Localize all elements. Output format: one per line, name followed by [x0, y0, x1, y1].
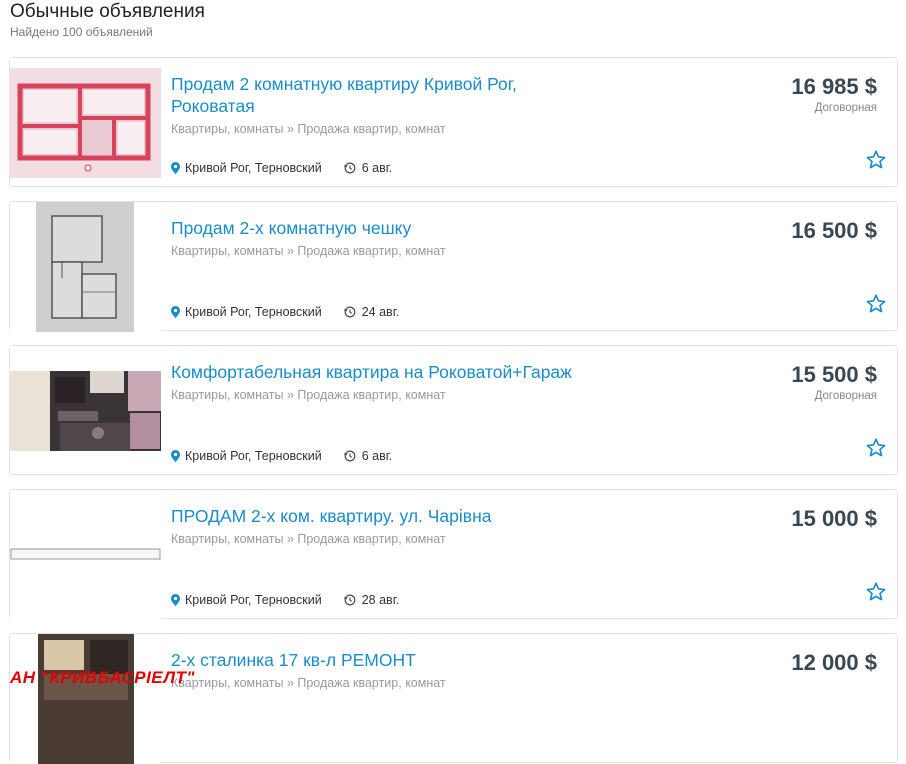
photo-placeholder [10, 490, 161, 620]
listing-title-link[interactable]: 2-х сталинка 17 кв-л РЕМОНТ [171, 649, 591, 671]
listing-category[interactable]: Квартиры, комнаты » Продажа квартир, ком… [171, 244, 446, 258]
listing-category[interactable]: Квартиры, комнаты » Продажа квартир, ком… [171, 676, 446, 690]
listing-card[interactable]: Продам 2-х комнатную чешку Квартиры, ком… [9, 201, 898, 332]
listing-location: Кривой Рог, Терновский [185, 449, 322, 463]
listing-meta: Кривой Рог, Терновский 24 авг. [171, 305, 399, 319]
listing-title-link[interactable]: Продам 2 комнатную квартиру Кривой Рог, … [171, 73, 591, 117]
listing-price: 12 000 $ [791, 650, 877, 675]
listing-photo[interactable] [10, 58, 161, 188]
listing-photo[interactable] [10, 634, 161, 764]
floor-plan-image [10, 68, 161, 178]
listing-price: 15 000 $ [791, 506, 877, 531]
listing-photo[interactable] [10, 346, 161, 476]
listing-photo[interactable] [10, 202, 161, 332]
listing-price: 15 500 $ [791, 362, 877, 387]
listing-title-link[interactable]: Комфортабельная квартира на Роковатой+Га… [171, 361, 591, 383]
map-pin-icon [171, 594, 180, 606]
results-header: Обычные объявления Найдено 100 объявлени… [10, 0, 205, 40]
listing-card[interactable]: ПРОДАМ 2-х ком. квартиру. ул. Чарівна Кв… [9, 489, 898, 620]
listing-card[interactable]: Комфортабельная квартира на Роковатой+Га… [9, 345, 898, 475]
listing-meta: Кривой Рог, Терновский 6 авг. [171, 161, 392, 175]
listing-title-link[interactable]: Продам 2-х комнатную чешку [171, 217, 591, 239]
map-pin-icon [171, 450, 180, 462]
kitchen-photo [10, 371, 161, 451]
star-outline-icon[interactable] [865, 581, 887, 603]
section-title: Обычные объявления [10, 1, 205, 22]
history-clock-icon [343, 162, 356, 174]
map-pin-icon [171, 162, 180, 174]
history-clock-icon [343, 450, 356, 462]
listing-title-link[interactable]: ПРОДАМ 2-х ком. квартиру. ул. Чарівна [171, 505, 591, 527]
listing-date: 6 авг. [361, 449, 393, 463]
listing-price: 16 500 $ [791, 218, 877, 243]
results-count: Найдено 100 объявлений [10, 25, 153, 39]
floor-plan-image [10, 202, 161, 332]
listing-date: 6 авг. [361, 161, 393, 175]
history-clock-icon [343, 594, 356, 606]
listing-location: Кривой Рог, Терновский [185, 161, 322, 175]
listing-card[interactable]: 2-х сталинка 17 кв-л РЕМОНТ Квартиры, ко… [9, 633, 898, 764]
listing-meta: Кривой Рог, Терновский 6 авг. [171, 449, 392, 463]
listing-meta: Кривой Рог, Терновский 28 авг. [171, 593, 399, 607]
listing-date: 24 авг. [361, 305, 400, 319]
price-negotiable-label: Договорная [814, 102, 877, 114]
listing-location: Кривой Рог, Терновский [185, 593, 322, 607]
listing-date: 28 авг. [361, 593, 400, 607]
listing-photo[interactable] [10, 490, 161, 620]
listing-card[interactable]: Продам 2 комнатную квартиру Кривой Рог, … [9, 57, 898, 187]
map-pin-icon [171, 306, 180, 318]
listing-price: 16 985 $ [791, 74, 877, 99]
listing-location: Кривой Рог, Терновский [185, 305, 322, 319]
history-clock-icon [343, 306, 356, 318]
price-negotiable-label: Договорная [814, 390, 877, 402]
listing-category[interactable]: Квартиры, комнаты » Продажа квартир, ком… [171, 122, 446, 136]
agency-watermark: АН "КРИВБАСРІЕЛТ" [10, 668, 195, 687]
listing-category[interactable]: Квартиры, комнаты » Продажа квартир, ком… [171, 388, 446, 402]
listing-category[interactable]: Квартиры, комнаты » Продажа квартир, ком… [171, 532, 446, 546]
kitchen-photo [10, 634, 161, 764]
star-outline-icon[interactable] [865, 437, 887, 459]
star-outline-icon[interactable] [865, 149, 887, 171]
star-outline-icon[interactable] [865, 293, 887, 315]
